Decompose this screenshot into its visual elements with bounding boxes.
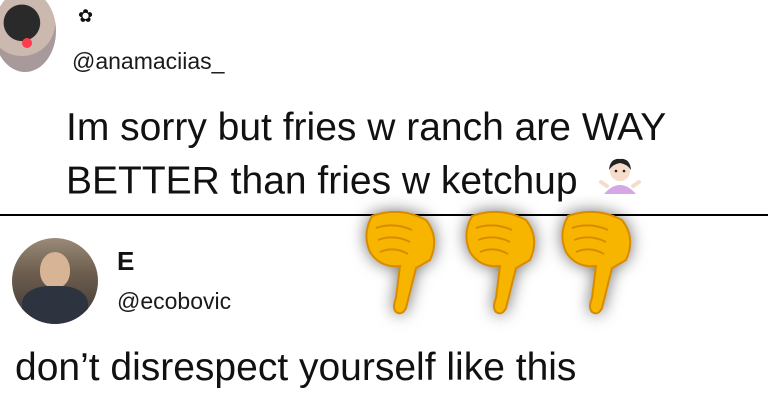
display-name[interactable]: ✿ <box>78 6 93 27</box>
backhand-index-pointing-down-icon <box>556 208 638 318</box>
avatar[interactable] <box>0 0 56 72</box>
tweet-body: Im sorry but fries w ranch are WAY BETTE… <box>66 106 666 203</box>
user-handle[interactable]: @anamaciias_ <box>72 48 224 75</box>
tweet-text: don’t disrespect yourself like this <box>15 346 577 389</box>
display-name[interactable]: E <box>117 246 134 277</box>
avatar[interactable] <box>12 238 98 324</box>
tweet-text: Im sorry but fries w ranch are WAY BETTE… <box>66 102 756 212</box>
person-shrugging-icon <box>598 154 642 212</box>
backhand-index-pointing-down-icon <box>460 208 542 318</box>
user-handle[interactable]: @ecobovic <box>117 288 231 315</box>
backhand-index-pointing-down-icon <box>360 208 442 318</box>
